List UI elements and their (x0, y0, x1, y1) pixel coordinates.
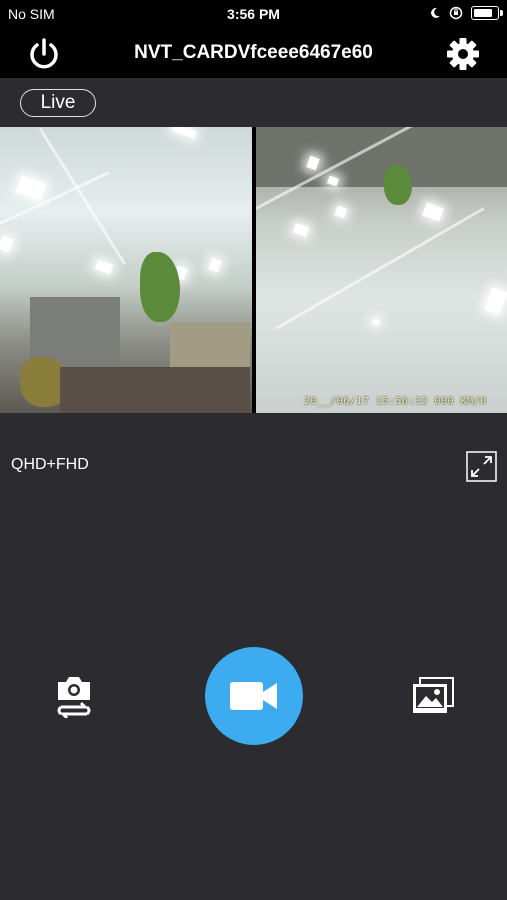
switch-to-photo-button[interactable] (55, 674, 93, 720)
timestamp-overlay: 20__/06/17 15:56:32 000 KM/H (304, 396, 487, 407)
orientation-lock-icon (449, 6, 463, 20)
ceiling-light (372, 318, 380, 326)
settings-button[interactable] (445, 36, 481, 72)
resolution-label: QHD+FHD (11, 456, 89, 473)
ceiling-light (15, 175, 47, 201)
ceiling-light (334, 205, 348, 219)
ceiling-beam (275, 207, 485, 330)
page-title: NVT_CARDVfceee6467e60 (134, 42, 373, 63)
camera-switch-icon (57, 677, 91, 720)
gear-icon (447, 38, 479, 70)
plant (384, 165, 412, 205)
fullscreen-button[interactable] (466, 451, 497, 482)
battery-icon (471, 6, 503, 20)
ceiling-light (94, 259, 114, 275)
video-camera-icon (230, 682, 277, 710)
ceiling-light (0, 235, 15, 253)
gallery-icon (413, 677, 454, 713)
live-badge: Live (20, 89, 96, 117)
ceiling-light (484, 286, 507, 316)
ceiling-light (292, 222, 310, 238)
rear-camera-view: 20__/06/17 15:56:32 000 KM/H (256, 127, 507, 413)
record-button[interactable] (205, 647, 303, 745)
status-bar: No SIM 3:56 PM (0, 0, 507, 30)
header-bar: NVT_CARDVfceee6467e60 (0, 30, 507, 78)
status-icons (429, 6, 503, 20)
desk-clutter (60, 367, 250, 413)
moon-icon (431, 7, 440, 18)
plant (140, 252, 180, 322)
gallery-button[interactable] (412, 677, 454, 715)
front-camera-view (0, 127, 252, 413)
ceiling-light (422, 202, 444, 222)
ceiling-light (208, 257, 222, 273)
fullscreen-icon (466, 451, 497, 482)
video-preview[interactable]: 20__/06/17 15:56:32 000 KM/H (0, 127, 507, 413)
office-wall (256, 127, 507, 187)
ceiling-light (171, 127, 197, 139)
